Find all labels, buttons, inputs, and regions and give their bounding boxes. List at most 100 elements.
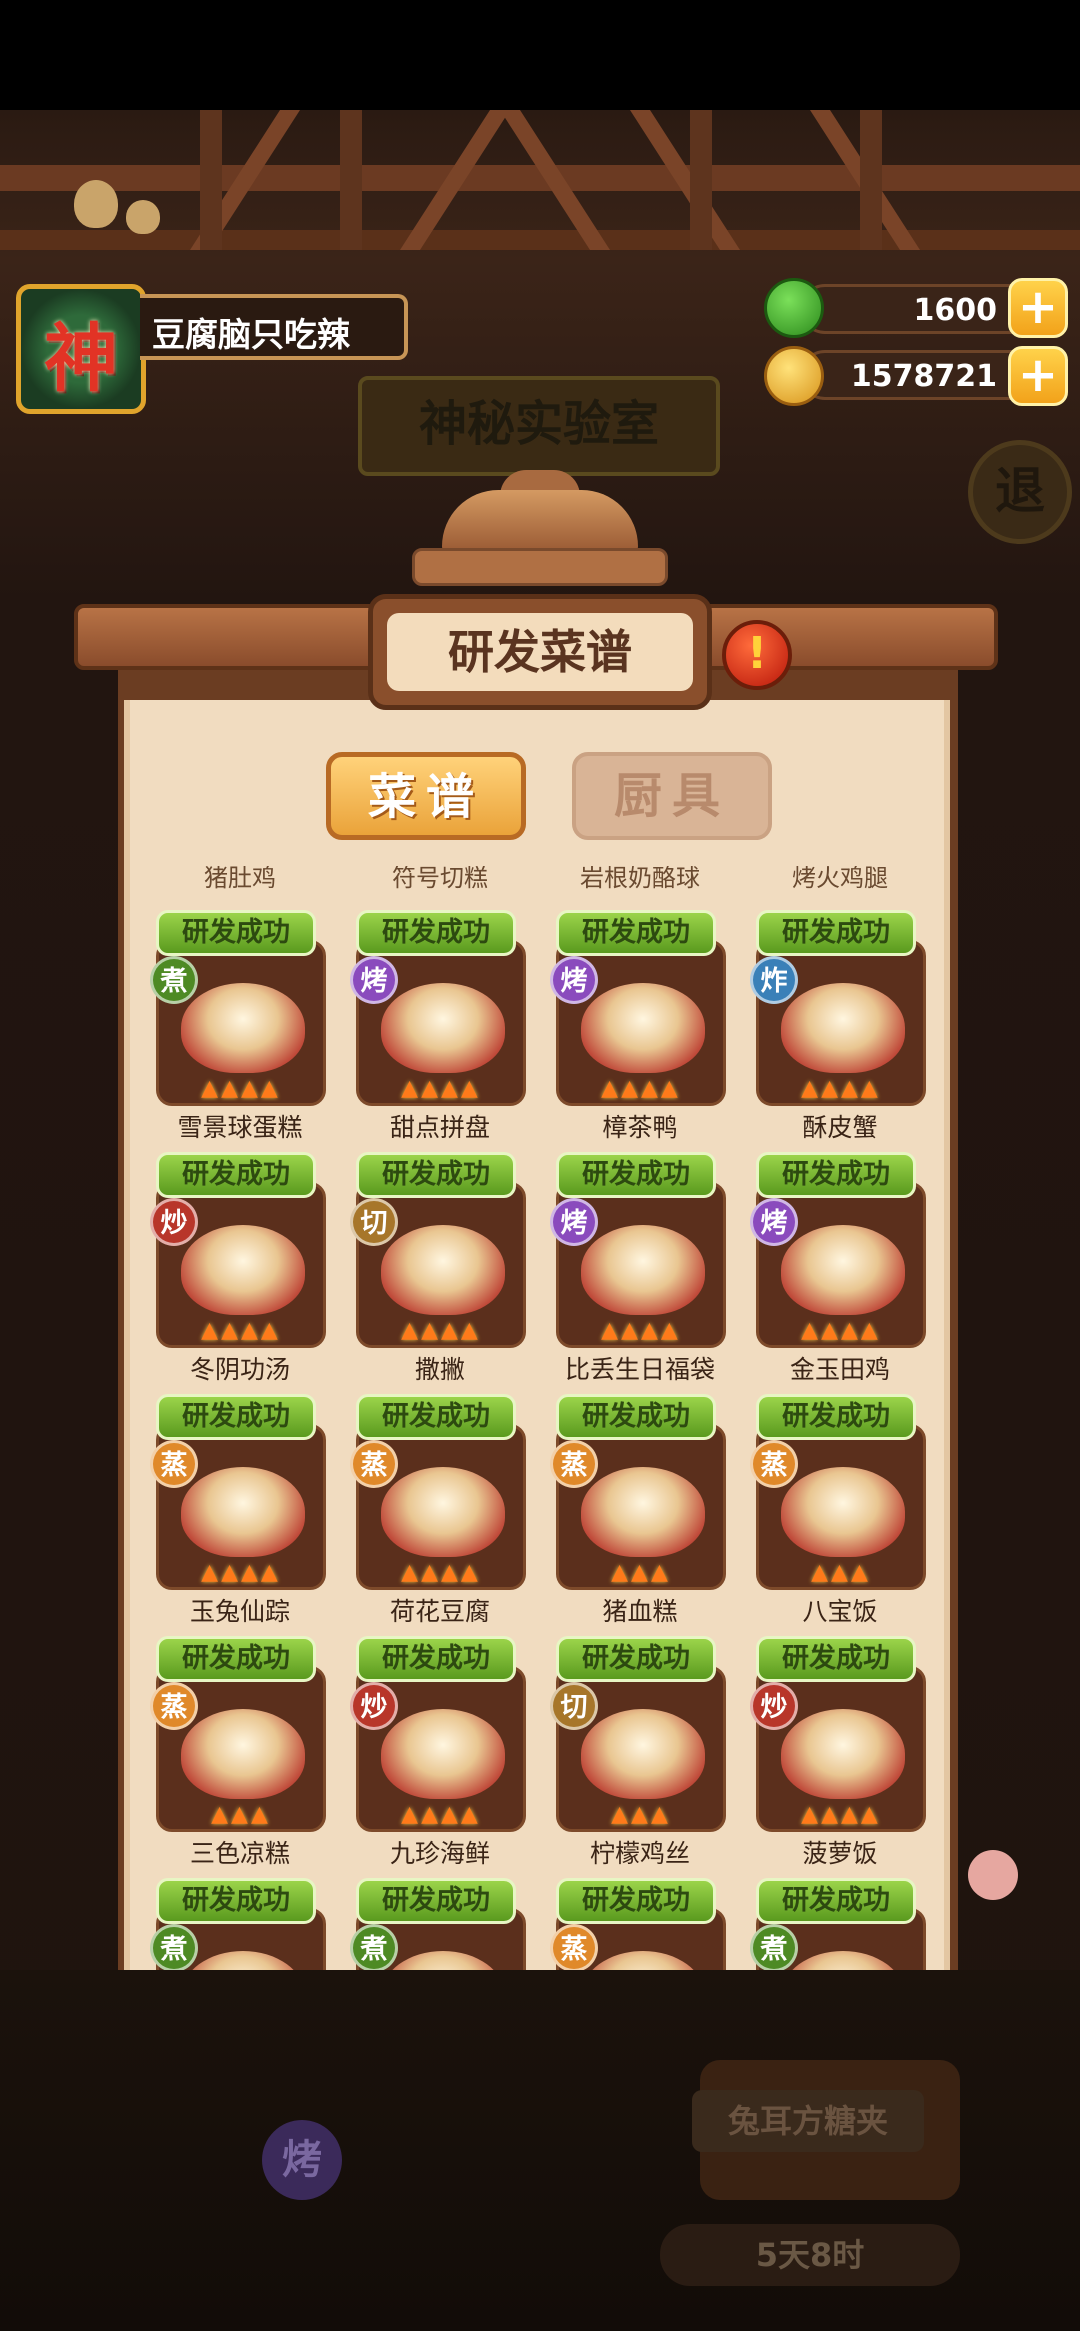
dish-plate (381, 1225, 505, 1315)
status-badge: 研发成功 (356, 1878, 516, 1924)
station-label: 兔耳方糖夹 (692, 2090, 924, 2152)
dish-plate (581, 1467, 705, 1557)
status-badge: 研发成功 (756, 1152, 916, 1198)
recipe-card[interactable]: 研发成功煮 (740, 1878, 940, 1970)
recipe-name: 菠萝饭 (802, 1839, 878, 1868)
station-method-icon: 烤 (262, 2120, 342, 2200)
status-badge: 研发成功 (356, 910, 516, 956)
cooking-method-icon: 炒 (750, 1682, 798, 1730)
recipe-name: 撒撇 (414, 1355, 465, 1384)
recipe-card[interactable]: 研发成功煮 (140, 1878, 340, 1970)
status-badge: 研发成功 (756, 910, 916, 956)
add-coin-button[interactable]: + (1008, 346, 1068, 406)
status-badge: 研发成功 (756, 1878, 916, 1924)
dish-plate (581, 1225, 705, 1315)
recipe-card[interactable]: 研发成功蒸 ▲▲▲ 猪血糕 (540, 1394, 740, 1626)
recipe-card[interactable]: 研发成功蒸 ▲▲▲▲ 玉兔仙踪 (140, 1394, 340, 1626)
flame-rating-icon: ▲▲▲▲ (201, 1560, 281, 1585)
recipe-card[interactable]: 研发成功烤 ▲▲▲▲ 樟茶鸭 (540, 910, 740, 1142)
cooking-method-icon: 炒 (150, 1198, 198, 1246)
recipe-card[interactable]: 研发成功炒 ▲▲▲▲ 冬阴功汤 (140, 1152, 340, 1384)
recipe-name: 八宝饭 (802, 1597, 878, 1626)
recipe-card[interactable]: 研发成功炒 ▲▲▲▲ 九珍海鲜 (340, 1636, 540, 1868)
recipe-card[interactable]: 研发成功切 ▲▲▲▲ 撒撇 (340, 1152, 540, 1384)
cooking-method-icon: 烤 (350, 956, 398, 1004)
dish-plate (781, 1225, 905, 1315)
recipe-card[interactable]: 研发成功煮 (340, 1878, 540, 1970)
recipe-grid[interactable]: 猪肚鸡 符号切糕 岩根奶酪球 烤火鸡腿 研发成功煮 ▲▲▲▲ 雪景球蛋糕 研发成功烤 ▲… (140, 866, 940, 1970)
recipe-name: 金玉田鸡 (789, 1355, 890, 1384)
status-badge: 研发成功 (356, 1394, 516, 1440)
cooking-method-icon: 烤 (750, 1198, 798, 1246)
room-title: 神秘实验室 (358, 376, 720, 476)
recipe-card[interactable]: 研发成功切 ▲▲▲ 柠檬鸡丝 (540, 1636, 740, 1868)
status-badge: 研发成功 (556, 910, 716, 956)
recipe-name: 雪景球蛋糕 (177, 1113, 303, 1142)
cooking-method-icon: 炒 (350, 1682, 398, 1730)
coin-currency-bar: 1578721 (800, 350, 1040, 400)
dish-plate (381, 1951, 505, 1970)
chick-decoration (126, 200, 160, 234)
cooking-method-icon: 蒸 (150, 1682, 198, 1730)
blossom-decoration (968, 1850, 1018, 1900)
recipe-name: 九珍海鲜 (389, 1839, 490, 1868)
recipe-card[interactable]: 研发成功炒 ▲▲▲▲ 菠萝饭 (740, 1636, 940, 1868)
status-badge: 研发成功 (156, 1878, 316, 1924)
dish-plate (181, 1951, 305, 1970)
jade-currency-bar: 1600 (800, 284, 1040, 334)
recipe-name: 三色凉糕 (189, 1839, 290, 1868)
jade-value: 1600 (913, 293, 998, 328)
flame-rating-icon: ▲▲▲▲ (801, 1318, 881, 1343)
cooking-method-icon: 蒸 (350, 1440, 398, 1488)
cooking-method-icon: 煮 (350, 1924, 398, 1970)
flame-rating-icon: ▲▲▲▲ (401, 1560, 481, 1585)
cloche-base (412, 548, 668, 586)
recipe-name: 樟茶鸭 (602, 1113, 678, 1142)
flame-rating-icon: ▲▲▲▲ (601, 1076, 681, 1101)
tab-utensils[interactable]: 厨具 (572, 752, 772, 840)
flame-rating-icon: ▲▲▲▲ (201, 1318, 281, 1343)
alert-icon[interactable]: ! (722, 620, 792, 690)
recipe-name: 荷花豆腐 (389, 1597, 490, 1626)
status-badge: 研发成功 (156, 910, 316, 956)
recipe-card[interactable]: 研发成功炸 ▲▲▲▲ 酥皮蟹 (740, 910, 940, 1142)
status-bar-area (0, 0, 1080, 110)
flame-rating-icon: ▲▲▲▲ (401, 1802, 481, 1827)
recipe-card[interactable]: 研发成功蒸 (540, 1878, 740, 1970)
dish-plate (581, 1709, 705, 1799)
dish-plate (181, 1709, 305, 1799)
recipe-card[interactable]: 研发成功蒸 ▲▲▲ 三色凉糕 (140, 1636, 340, 1868)
timer-label: 5天8时 (660, 2224, 960, 2286)
dish-plate (381, 1709, 505, 1799)
back-button[interactable]: 退 (968, 440, 1072, 544)
partial-recipe-name: 岩根奶酪球 (580, 866, 700, 892)
recipe-card[interactable]: 研发成功烤 ▲▲▲▲ 比丢生日福袋 (540, 1152, 740, 1384)
recipe-card[interactable]: 研发成功烤 ▲▲▲▲ 金玉田鸡 (740, 1152, 940, 1384)
partial-recipe-name: 符号切糕 (392, 866, 488, 892)
flame-rating-icon: ▲▲▲▲ (201, 1076, 281, 1101)
tab-recipes[interactable]: 菜谱 (326, 752, 526, 840)
partial-recipe-name: 烤火鸡腿 (792, 866, 888, 892)
roof-truss (0, 110, 1080, 250)
player-avatar[interactable]: 神 (16, 284, 146, 414)
recipe-card[interactable]: 研发成功煮 ▲▲▲▲ 雪景球蛋糕 (140, 910, 340, 1142)
status-badge: 研发成功 (156, 1152, 316, 1198)
player-name: 豆腐脑只吃辣 (152, 315, 350, 354)
flame-rating-icon: ▲▲▲▲ (401, 1076, 481, 1101)
dish-plate (381, 1467, 505, 1557)
status-badge: 研发成功 (556, 1394, 716, 1440)
panel-title-plaque: 研发菜谱 (368, 594, 712, 710)
dish-plate (781, 1709, 905, 1799)
dish-plate (581, 1951, 705, 1970)
recipe-card[interactable]: 研发成功蒸 ▲▲▲ 八宝饭 (740, 1394, 940, 1626)
flame-rating-icon: ▲▲▲ (611, 1802, 671, 1827)
recipe-card[interactable]: 研发成功烤 ▲▲▲▲ 甜点拼盘 (340, 910, 540, 1142)
recipe-card[interactable]: 研发成功蒸 ▲▲▲▲ 荷花豆腐 (340, 1394, 540, 1626)
flame-rating-icon: ▲▲▲▲ (801, 1802, 881, 1827)
add-jade-button[interactable]: + (1008, 278, 1068, 338)
cooking-method-icon: 烤 (550, 1198, 598, 1246)
recipe-name: 酥皮蟹 (802, 1113, 878, 1142)
status-badge: 研发成功 (356, 1152, 516, 1198)
cooking-method-icon: 蒸 (150, 1440, 198, 1488)
dish-plate (181, 983, 305, 1073)
